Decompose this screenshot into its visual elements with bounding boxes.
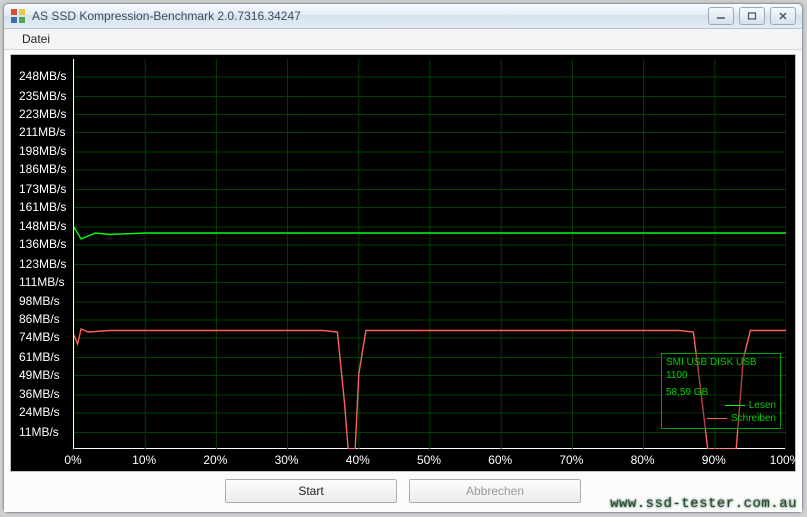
x-tick-label: 10% [132, 453, 156, 467]
y-tick-label: 211MB/s [19, 125, 71, 139]
x-tick-label: 20% [203, 453, 227, 467]
x-tick-label: 90% [702, 453, 726, 467]
watermark: www.ssd-tester.com.au [610, 496, 797, 512]
minimize-button[interactable] [708, 7, 734, 25]
menubar: Datei [4, 29, 802, 50]
x-tick-label: 30% [275, 453, 299, 467]
y-tick-label: 111MB/s [19, 275, 71, 289]
app-icon [10, 8, 26, 24]
y-tick-label: 98MB/s [19, 294, 71, 308]
y-tick-label: 136MB/s [19, 237, 71, 251]
chart: SMI USB DISK USB 1100 58,59 GB Lesen Sch… [10, 54, 796, 472]
y-tick-label: 36MB/s [19, 387, 71, 401]
y-tick-label: 11MB/s [19, 425, 71, 439]
y-tick-label: 223MB/s [19, 107, 71, 121]
device-name: SMI USB DISK USB 1100 [666, 356, 776, 382]
y-tick-label: 161MB/s [19, 200, 71, 214]
y-tick-label: 123MB/s [19, 257, 71, 271]
window-controls [708, 7, 796, 25]
maximize-button[interactable] [739, 7, 765, 25]
y-tick-label: 173MB/s [19, 182, 71, 196]
x-tick-label: 80% [631, 453, 655, 467]
x-tick-label: 70% [559, 453, 583, 467]
legend-write: Schreiben [666, 412, 776, 425]
start-button[interactable]: Start [225, 479, 397, 503]
y-tick-label: 86MB/s [19, 312, 71, 326]
y-tick-label: 74MB/s [19, 330, 71, 344]
app-window: AS SSD Kompression-Benchmark 2.0.7316.34… [3, 3, 803, 513]
titlebar: AS SSD Kompression-Benchmark 2.0.7316.34… [4, 4, 802, 29]
client-area: SMI USB DISK USB 1100 58,59 GB Lesen Sch… [4, 50, 802, 512]
menu-file[interactable]: Datei [14, 30, 58, 48]
y-tick-label: 61MB/s [19, 350, 71, 364]
device-capacity: 58,59 GB [666, 386, 776, 399]
close-button[interactable] [770, 7, 796, 25]
x-tick-label: 60% [488, 453, 512, 467]
y-tick-label: 235MB/s [19, 89, 71, 103]
y-tick-label: 49MB/s [19, 368, 71, 382]
x-tick-label: 50% [417, 453, 441, 467]
x-tick-label: 0% [64, 453, 81, 467]
legend-read: Lesen [666, 399, 776, 412]
y-tick-label: 248MB/s [19, 69, 71, 83]
cancel-button[interactable]: Abbrechen [409, 479, 581, 503]
window-title: AS SSD Kompression-Benchmark 2.0.7316.34… [30, 9, 708, 23]
device-info-box: SMI USB DISK USB 1100 58,59 GB Lesen Sch… [661, 353, 781, 429]
y-tick-label: 24MB/s [19, 405, 71, 419]
y-tick-label: 198MB/s [19, 144, 71, 158]
y-tick-label: 148MB/s [19, 219, 71, 233]
y-tick-label: 186MB/s [19, 162, 71, 176]
x-tick-label: 100% [770, 453, 801, 467]
x-tick-label: 40% [346, 453, 370, 467]
